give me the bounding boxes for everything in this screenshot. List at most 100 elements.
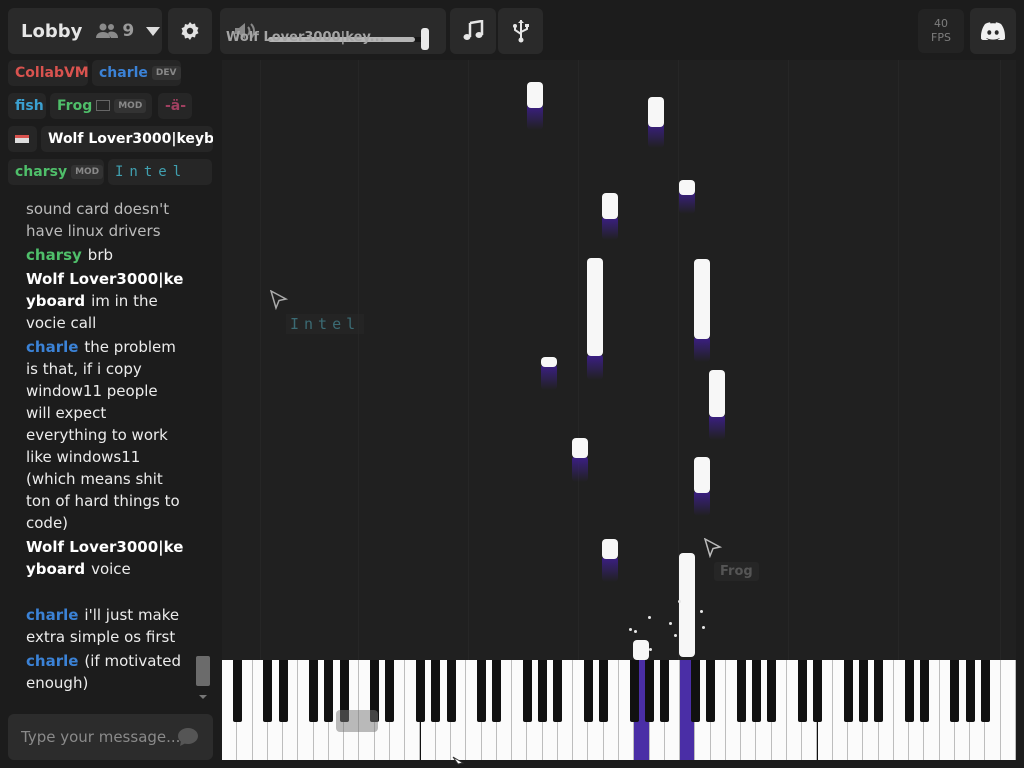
message-user[interactable]: charle — [26, 606, 78, 624]
message-user[interactable]: charsy — [26, 246, 82, 264]
black-key[interactable] — [874, 660, 884, 722]
black-key[interactable] — [309, 660, 319, 722]
message-text: the problem is that, if i copy window11 … — [26, 338, 180, 532]
user-badge: MOD — [71, 165, 104, 179]
chat-scrollbar-thumb[interactable] — [196, 656, 210, 686]
message-user[interactable]: charle — [26, 652, 78, 670]
black-key[interactable] — [324, 660, 334, 722]
piano-app: Lobby 9 Wolf Lover3000|key... 40 FPS Col… — [0, 0, 1024, 768]
cursor-icon — [452, 756, 465, 765]
volume-slider-handle[interactable] — [421, 28, 429, 50]
user-chip[interactable]: charle DEV — [92, 60, 181, 86]
scroll-down-arrow-icon[interactable] — [199, 695, 207, 699]
message-text: brb — [87, 246, 114, 264]
room-selector-button[interactable]: Lobby 9 — [8, 8, 162, 54]
black-key[interactable] — [690, 660, 700, 722]
black-key[interactable] — [232, 660, 242, 722]
fps-value: 40 — [934, 17, 948, 30]
white-key[interactable] — [1000, 660, 1016, 760]
chat-scrollbar[interactable] — [196, 196, 210, 704]
discord-button[interactable] — [970, 8, 1016, 54]
remote-cursor-ghost — [336, 710, 378, 732]
chat-message: sound card doesn't have linux drivers — [26, 198, 186, 242]
people-icon — [96, 23, 119, 38]
user-chip[interactable]: Wolf Lover3000|keyb... — [41, 126, 213, 152]
black-key[interactable] — [736, 660, 746, 722]
keyboard-flag-icon — [15, 135, 29, 143]
frog-flag-icon — [96, 100, 111, 111]
black-key[interactable] — [858, 660, 868, 722]
fps-label: FPS — [931, 31, 951, 44]
chat-message: charle (if motivated enough) — [26, 650, 186, 694]
top-bar: Lobby 9 Wolf Lover3000|key... 40 FPS — [0, 0, 1024, 58]
black-key[interactable] — [797, 660, 807, 722]
black-key[interactable] — [522, 660, 532, 722]
black-key[interactable] — [629, 660, 639, 722]
user-chip[interactable]: CollabVM — [8, 60, 88, 86]
fps-counter: 40 FPS — [918, 9, 964, 53]
user-chip[interactable]: Frog MOD — [50, 93, 152, 119]
black-key[interactable] — [919, 660, 929, 722]
chat-message: Wolf Lover3000|keyboard voice — [26, 536, 186, 580]
black-key[interactable] — [583, 660, 593, 722]
cursor-icon — [704, 538, 722, 558]
user-name: Wolf Lover3000|keyb... — [48, 131, 213, 147]
user-name: Frog — [57, 98, 93, 114]
black-key[interactable] — [904, 660, 914, 722]
remote-cursor-label: Frog — [714, 562, 759, 581]
user-chip[interactable]: Intel — [108, 159, 212, 185]
user-count-value: 9 — [122, 21, 135, 41]
black-key[interactable] — [950, 660, 960, 722]
chevron-down-icon — [146, 26, 161, 36]
volume-control[interactable]: Wolf Lover3000|key... — [220, 8, 446, 54]
cursor-icon — [270, 290, 288, 310]
user-name: fish — [15, 98, 44, 114]
black-key[interactable] — [263, 660, 273, 722]
music-button[interactable] — [450, 8, 496, 54]
user-count: 9 — [96, 21, 134, 41]
chat-message: charle i'll just make extra simple os fir… — [26, 604, 186, 648]
user-badge: MOD — [114, 99, 147, 113]
user-chip[interactable]: fish — [8, 93, 46, 119]
black-key[interactable] — [599, 660, 609, 722]
chat-log: sound card doesn't have linux drivers ch… — [8, 196, 213, 696]
music-note-icon — [463, 20, 484, 40]
black-key[interactable] — [538, 660, 548, 722]
discord-icon — [981, 22, 1005, 40]
black-key[interactable] — [706, 660, 716, 722]
black-key[interactable] — [645, 660, 655, 722]
user-chip[interactable]: charsy MOD — [8, 159, 104, 185]
settings-button[interactable] — [168, 8, 212, 54]
black-key[interactable] — [843, 660, 853, 722]
chat-message: charle the problem is that, if i copy win… — [26, 336, 186, 534]
black-key[interactable] — [980, 660, 990, 722]
black-key[interactable] — [278, 660, 288, 722]
black-key[interactable] — [446, 660, 456, 722]
remote-cursor-label: Intel — [286, 314, 365, 334]
gear-icon — [181, 22, 199, 40]
message-user[interactable]: charle — [26, 338, 78, 356]
speech-bubble-icon[interactable] — [177, 727, 199, 747]
usb-button[interactable] — [498, 8, 543, 54]
black-key[interactable] — [813, 660, 822, 722]
volume-user-label: Wolf Lover3000|key... — [226, 30, 385, 45]
user-name: Intel — [115, 164, 188, 180]
usb-icon — [512, 20, 529, 43]
black-key[interactable] — [385, 660, 395, 722]
black-key[interactable] — [965, 660, 975, 722]
black-key[interactable] — [553, 660, 563, 722]
black-key[interactable] — [492, 660, 502, 722]
user-badge: DEV — [151, 66, 181, 80]
chat-message: charsy brb — [26, 244, 186, 266]
room-name: Lobby — [21, 20, 83, 42]
user-name: CollabVM — [15, 65, 88, 81]
black-key[interactable] — [431, 660, 441, 722]
user-chip[interactable] — [8, 126, 37, 152]
black-key[interactable] — [477, 660, 487, 722]
black-key[interactable] — [767, 660, 777, 722]
black-key[interactable] — [751, 660, 761, 722]
black-key[interactable] — [416, 660, 425, 722]
piano-roll: Intel Frog — [222, 60, 1016, 660]
user-chip[interactable]: -ä- — [158, 93, 192, 119]
black-key[interactable] — [660, 660, 670, 722]
